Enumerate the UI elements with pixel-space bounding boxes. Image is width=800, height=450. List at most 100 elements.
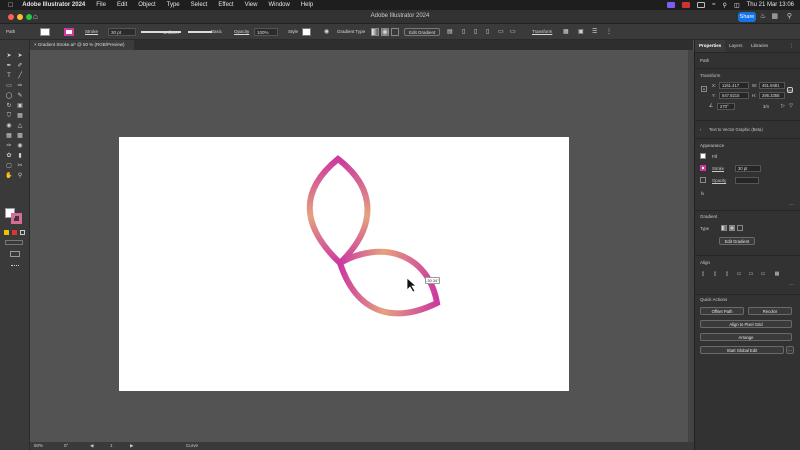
arrange-button[interactable]: Arrange — [700, 333, 792, 341]
control-options-icon[interactable]: ⋮ — [606, 28, 612, 36]
edit-gradient-button[interactable]: Edit Gradient — [719, 237, 755, 245]
draw-mode-icon[interactable] — [5, 240, 23, 245]
align-icon[interactable]: ▤ — [447, 28, 453, 36]
next-artboard-icon[interactable]: ▶ — [130, 442, 133, 450]
menu-app[interactable]: Adobe Illustrator 2024 — [22, 2, 85, 8]
slice-tool-icon[interactable]: ✂ — [16, 163, 24, 170]
clock-text[interactable]: Thu 21 Mar 13:06 — [747, 2, 794, 8]
control-center-icon[interactable]: ◫ — [734, 2, 740, 9]
tab-properties[interactable]: Properties — [695, 40, 726, 52]
line-tool-icon[interactable]: ╱ — [16, 73, 24, 80]
align-right-icon[interactable]: ▯ — [486, 28, 489, 36]
stroke-label[interactable]: Stroke — [85, 28, 98, 36]
align-top-icon[interactable]: ▭ — [498, 28, 504, 36]
align-to-pixel-grid-button[interactable]: Align to Pixel Grid — [700, 320, 792, 328]
menu-edit[interactable]: Edit — [117, 2, 127, 8]
text-to-vector-link[interactable]: Text to Vector Graphic (Beta) — [709, 127, 763, 132]
opacity-field[interactable]: 100% — [254, 28, 278, 36]
stroke-swatch[interactable] — [700, 165, 706, 171]
angle-field[interactable]: 270° — [717, 103, 735, 110]
linear-gradient-button[interactable] — [721, 225, 727, 231]
mesh-tool-icon[interactable]: ▦ — [5, 133, 13, 140]
selection-tool-icon[interactable]: ➤ — [5, 53, 13, 60]
menu-select[interactable]: Select — [191, 2, 208, 8]
free-transform-tool-icon[interactable]: ▦ — [16, 113, 24, 120]
shape-builder-tool-icon[interactable]: ◉ — [5, 123, 13, 130]
align-vertical-center-icon[interactable]: ▭ — [748, 271, 754, 277]
freeform-gradient-button[interactable] — [391, 28, 399, 36]
brush-definition[interactable] — [188, 31, 212, 33]
panel-menu-icon[interactable]: ⋮ — [789, 43, 794, 49]
h-field[interactable]: 286.3358 — [759, 92, 785, 99]
shaper-tool-icon[interactable]: ◯ — [5, 93, 13, 100]
eraser-tool-icon[interactable]: ✎ — [16, 93, 24, 100]
width-tool-icon[interactable]: ⛉ — [5, 113, 13, 120]
align-more-icon[interactable]: ⋯ — [789, 282, 794, 288]
color-mode-icon[interactable] — [4, 230, 9, 235]
document-tab[interactable]: × Gradient Stroke.ai* @ 50 % (RGB/Previe… — [30, 40, 134, 50]
scale-tool-icon[interactable]: ▣ — [16, 103, 24, 110]
close-tab-icon[interactable]: × — [34, 42, 37, 47]
constrain-proportions-icon[interactable]: ∞ — [787, 87, 793, 94]
opacity-label[interactable]: Opacity — [234, 28, 249, 36]
stroke-weight-field[interactable]: 30 pt — [108, 28, 136, 36]
curvature-tool-icon[interactable]: ✐ — [16, 63, 24, 70]
more-options-icon[interactable]: ⋯ — [789, 202, 794, 208]
reference-point-icon[interactable]: • — [701, 86, 707, 93]
eyedropper-tool-icon[interactable]: ✑ — [5, 143, 13, 150]
radial-gradient-button[interactable] — [729, 225, 735, 231]
rectangle-tool-icon[interactable]: ▭ — [5, 83, 13, 90]
y-field[interactable]: 547.8215 — [719, 92, 749, 99]
tab-libraries[interactable]: Libraries — [747, 40, 772, 52]
linear-gradient-button[interactable] — [371, 28, 379, 36]
gradient-tool-icon[interactable]: ▩ — [16, 133, 24, 140]
display-icon[interactable] — [697, 2, 706, 8]
align-horizontal-center-icon[interactable]: ▯ — [712, 271, 718, 277]
status-mode[interactable]: Curve — [186, 442, 198, 450]
radial-gradient-button[interactable] — [381, 28, 389, 36]
paintbrush-tool-icon[interactable]: ✑ — [16, 83, 24, 90]
zoom-tool-icon[interactable]: ⚲ — [16, 173, 24, 180]
reference-point-icon[interactable]: ▦ — [563, 28, 569, 36]
menu-view[interactable]: View — [245, 2, 258, 8]
column-graph-tool-icon[interactable]: ▮ — [16, 153, 24, 160]
recolor-icon[interactable]: ◉ — [324, 28, 329, 36]
graphic-style-swatch[interactable] — [302, 28, 311, 36]
search-icon[interactable]: ⚲ — [723, 2, 727, 9]
direct-selection-tool-icon[interactable]: ➤ — [16, 53, 24, 60]
stroke-label[interactable]: Stroke — [712, 166, 724, 171]
chevron-right-icon[interactable]: › — [700, 127, 701, 132]
gradient-mode-icon[interactable] — [12, 230, 17, 235]
share-button[interactable]: Share — [738, 12, 756, 22]
opacity-label[interactable]: Opacity — [712, 178, 726, 183]
align-center-icon[interactable]: ▯ — [474, 28, 477, 36]
freeform-gradient-button[interactable] — [737, 225, 743, 231]
menu-help[interactable]: Help — [301, 2, 313, 8]
recolor-button[interactable]: Recolor — [748, 307, 792, 315]
transform-link[interactable]: Transform — [532, 28, 552, 36]
bell-icon[interactable]: ♨ — [760, 12, 766, 20]
menu-window[interactable]: Window — [268, 2, 289, 8]
screen-mode-icon[interactable] — [10, 251, 20, 257]
rotation-field[interactable]: 0° — [64, 442, 68, 450]
w-field[interactable]: 451.9481 — [759, 82, 785, 89]
prev-artboard-icon[interactable]: ◀ — [90, 442, 93, 450]
pen-tool-icon[interactable]: ✒ — [5, 63, 13, 70]
apple-icon[interactable]:  — [8, 2, 13, 9]
align-top-icon[interactable]: ▭ — [736, 271, 742, 277]
align-bottom-icon[interactable]: ▭ — [760, 271, 766, 277]
global-edit-options-icon[interactable]: ⋯ — [786, 346, 794, 354]
none-mode-icon[interactable] — [20, 230, 25, 235]
edit-toolbar-icon[interactable] — [11, 265, 19, 267]
fill-swatch[interactable] — [700, 153, 706, 159]
app-status-icon[interactable] — [667, 2, 676, 8]
rotate-tool-icon[interactable]: ↻ — [5, 103, 13, 110]
x-field[interactable]: 1161.417 — [719, 82, 749, 89]
flip-vertical-icon[interactable]: ▽ — [788, 103, 794, 109]
menu-effect[interactable]: Effect — [218, 2, 233, 8]
blend-tool-icon[interactable]: ◉ — [16, 143, 24, 150]
perspective-grid-tool-icon[interactable]: △ — [16, 123, 24, 130]
arrange-documents-icon[interactable]: ▦ — [771, 12, 778, 20]
fx-button[interactable]: fx — [701, 191, 704, 196]
isolate-icon[interactable]: ▣ — [578, 28, 584, 36]
